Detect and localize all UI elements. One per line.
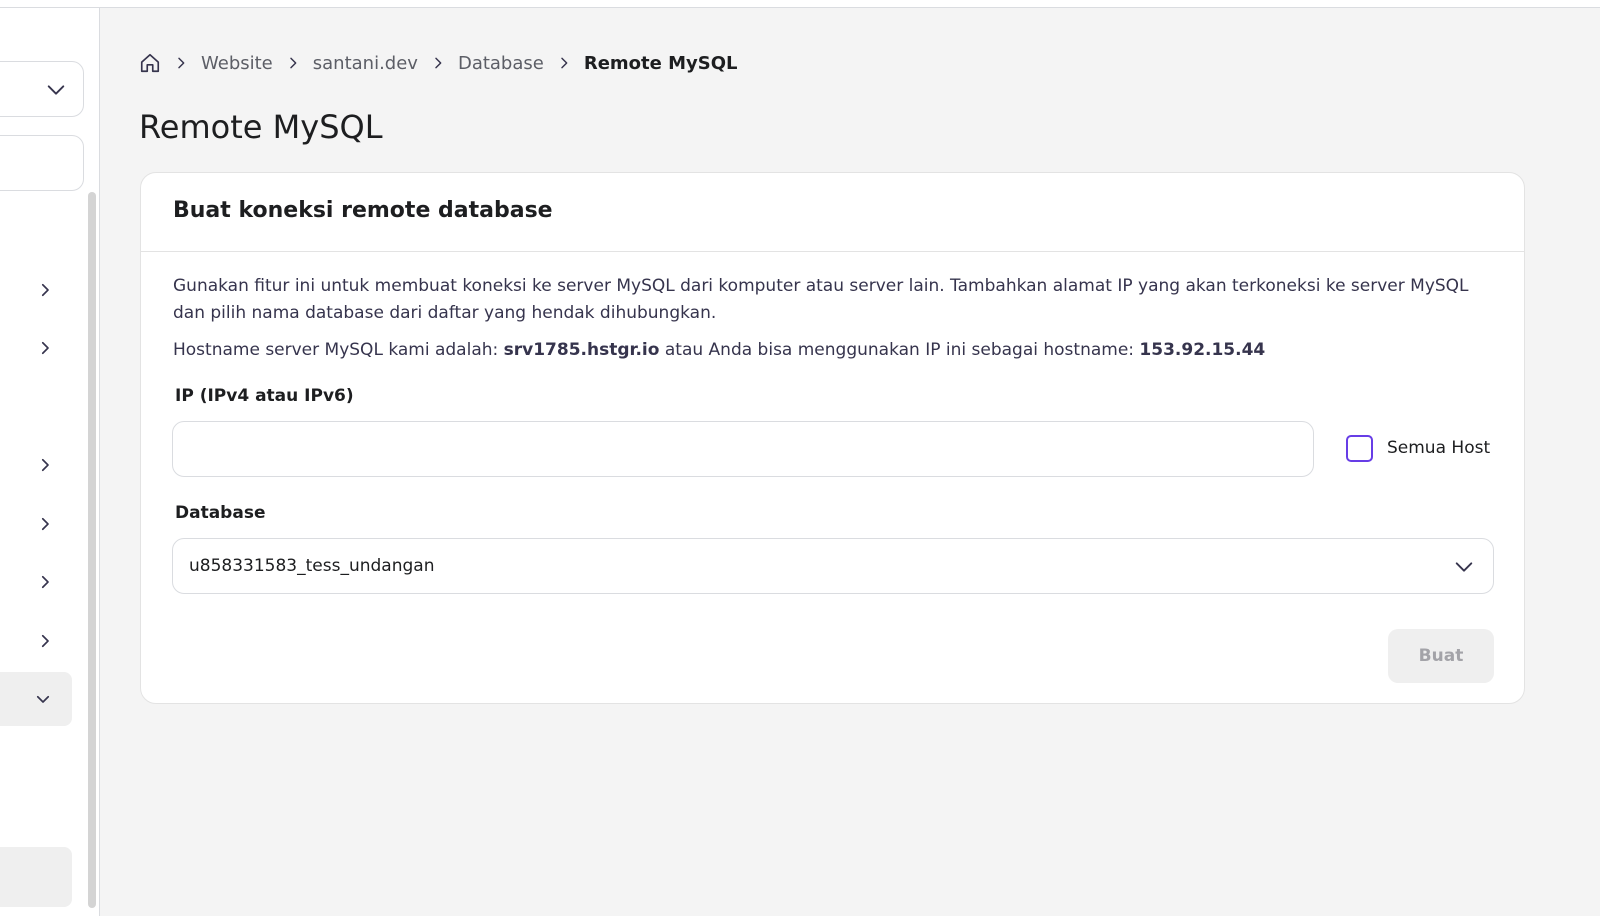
all-hosts-checkbox-group[interactable]: Semua Host [1346, 434, 1490, 462]
page-title: Remote MySQL [139, 108, 383, 146]
chevron-right-icon[interactable] [36, 632, 54, 650]
breadcrumb-item-website[interactable]: Website [201, 53, 273, 74]
sidebar-website-selector[interactable] [0, 61, 84, 117]
sidebar [0, 8, 100, 916]
database-label: Database [175, 503, 266, 523]
chevron-right-icon [290, 57, 297, 69]
hostname-info: Hostname server MySQL kami adalah: srv17… [173, 337, 1503, 363]
chevron-right-icon[interactable] [36, 339, 54, 357]
remote-mysql-card: Buat koneksi remote database Gunakan fit… [140, 172, 1525, 704]
ip-label: IP (IPv4 atau IPv6) [175, 386, 354, 406]
card-description: Gunakan fitur ini untuk membuat koneksi … [173, 276, 1469, 323]
chevron-right-icon [435, 57, 442, 69]
chevron-right-icon[interactable] [36, 456, 54, 474]
hostname-middle: atau Anda bisa menggunakan IP ini sebaga… [659, 340, 1140, 360]
chevron-right-icon[interactable] [36, 573, 54, 591]
hostname-prefix: Hostname server MySQL kami adalah: [173, 340, 504, 360]
sidebar-item[interactable] [0, 847, 72, 907]
chevron-right-icon [561, 57, 568, 69]
create-button[interactable]: Buat [1388, 629, 1494, 683]
sidebar-scrollbar[interactable] [88, 192, 96, 908]
chevron-right-icon[interactable] [36, 515, 54, 533]
sidebar-search-input[interactable] [0, 135, 84, 191]
database-select[interactable]: u858331583_tess_undangan [172, 538, 1494, 594]
breadcrumb: Website santani.dev Database Remote MySQ… [139, 50, 744, 76]
chevron-right-icon [178, 57, 185, 69]
card-header: Buat koneksi remote database [141, 173, 1524, 252]
top-bar [0, 0, 1600, 8]
database-selected-value: u858331583_tess_undangan [189, 556, 435, 576]
ip-input[interactable] [172, 421, 1314, 477]
card-title: Buat koneksi remote database [173, 198, 553, 223]
hostname-value: srv1785.hstgr.io [503, 340, 660, 360]
home-icon[interactable] [139, 52, 161, 74]
breadcrumb-item-domain[interactable]: santani.dev [313, 53, 418, 74]
all-hosts-label[interactable]: Semua Host [1387, 438, 1490, 458]
breadcrumb-current: Remote MySQL [583, 52, 738, 74]
chevron-down-icon [47, 85, 65, 95]
hostname-ip: 153.92.15.44 [1139, 340, 1266, 360]
breadcrumb-item-database[interactable]: Database [458, 53, 544, 74]
chevron-down-icon [1455, 562, 1473, 572]
sidebar-item-active[interactable] [0, 672, 72, 726]
all-hosts-checkbox[interactable] [1346, 434, 1373, 462]
chevron-right-icon[interactable] [36, 281, 54, 299]
chevron-down-icon [36, 695, 50, 703]
